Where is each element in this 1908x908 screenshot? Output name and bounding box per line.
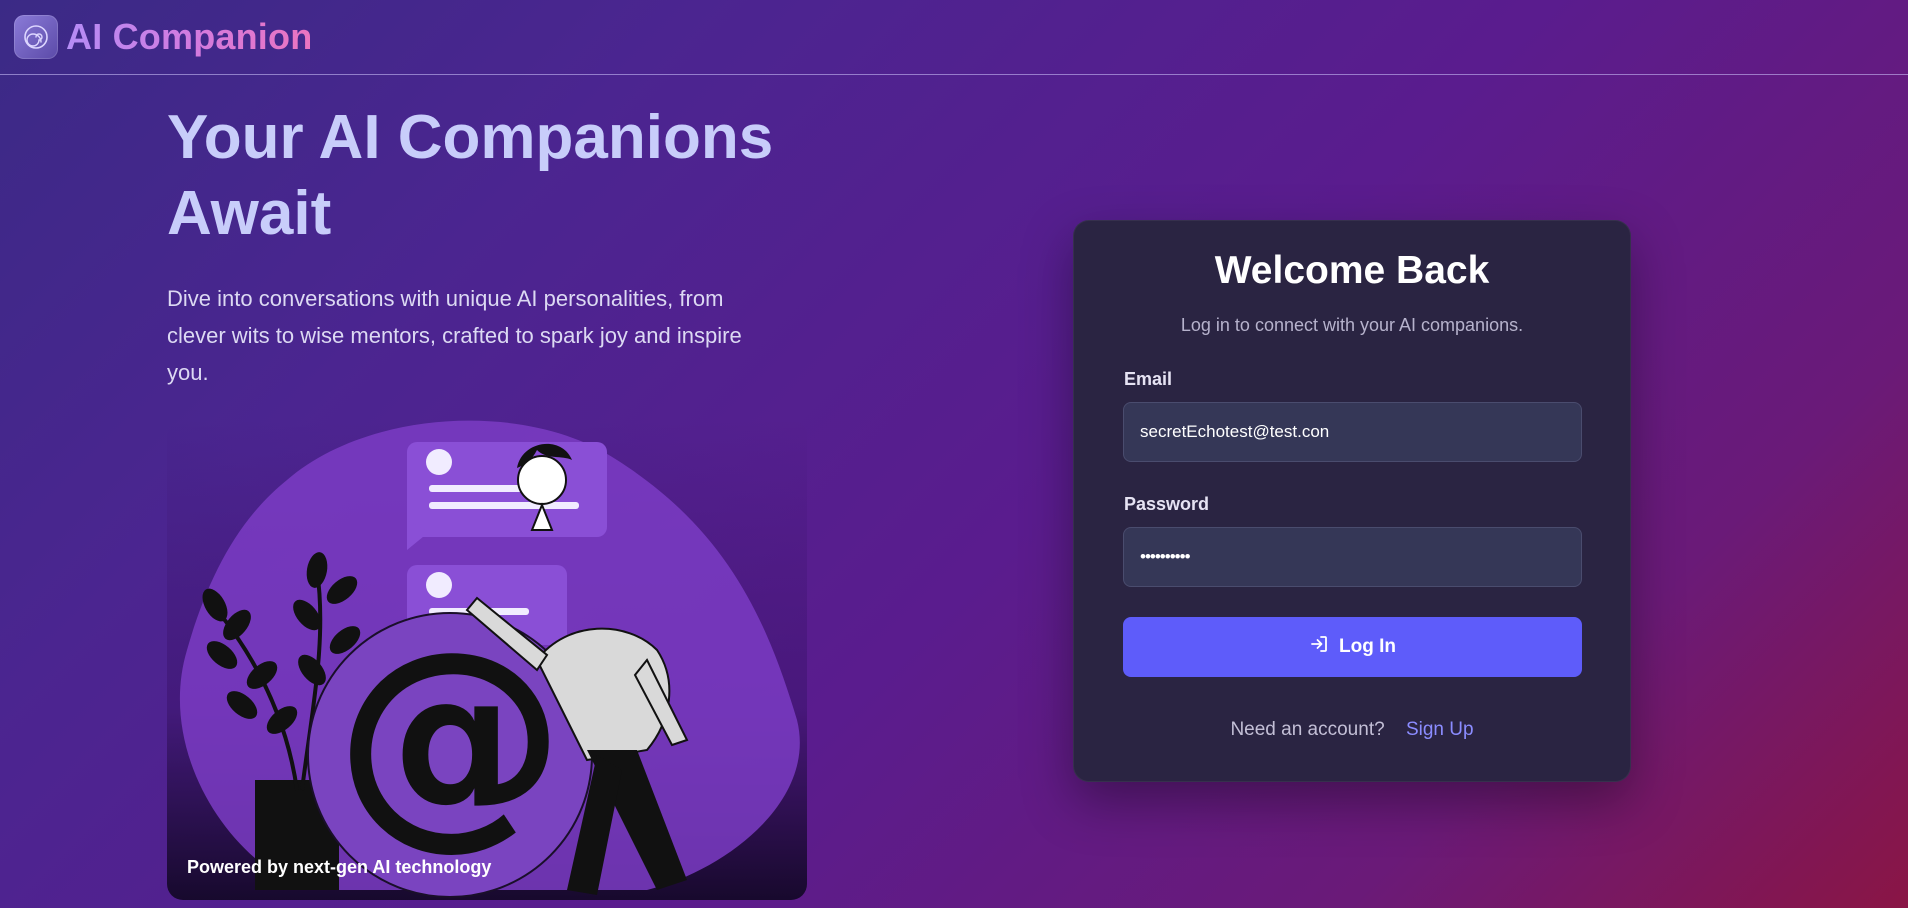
login-subtitle: Log in to connect with your AI companion…	[1180, 315, 1524, 335]
login-card: Welcome Back Log in to connect with your…	[1073, 220, 1631, 782]
login-button-label: Log In	[1339, 636, 1396, 657]
password-label: Password	[1124, 494, 1210, 514]
email-field[interactable]	[1123, 402, 1582, 462]
spiral-logo-icon[interactable]	[14, 15, 58, 59]
illustration-art: @	[179, 420, 800, 898]
login-title: Welcome Back	[1214, 249, 1490, 292]
email-label: Email	[1124, 369, 1173, 389]
illustration-caption: Powered by next-gen AI technology	[187, 857, 492, 877]
hero-subtitle: Dive into conversations with unique AI p…	[167, 286, 742, 385]
login-button[interactable]: Log In	[1123, 617, 1582, 677]
password-field[interactable]	[1123, 527, 1582, 587]
signup-link[interactable]: Sign Up	[1406, 719, 1474, 740]
hero-illustration: @ Powered by next-gen AI technology	[167, 420, 807, 900]
top-bar: AI Companion	[0, 0, 1908, 75]
signup-row: Need an account? Sign Up	[1074, 719, 1630, 741]
log-in-icon	[1309, 634, 1329, 660]
hero-title: Your AI Companions Await	[167, 103, 774, 248]
app-name[interactable]: AI Companion	[66, 16, 312, 58]
need-account-text: Need an account?	[1230, 719, 1385, 740]
